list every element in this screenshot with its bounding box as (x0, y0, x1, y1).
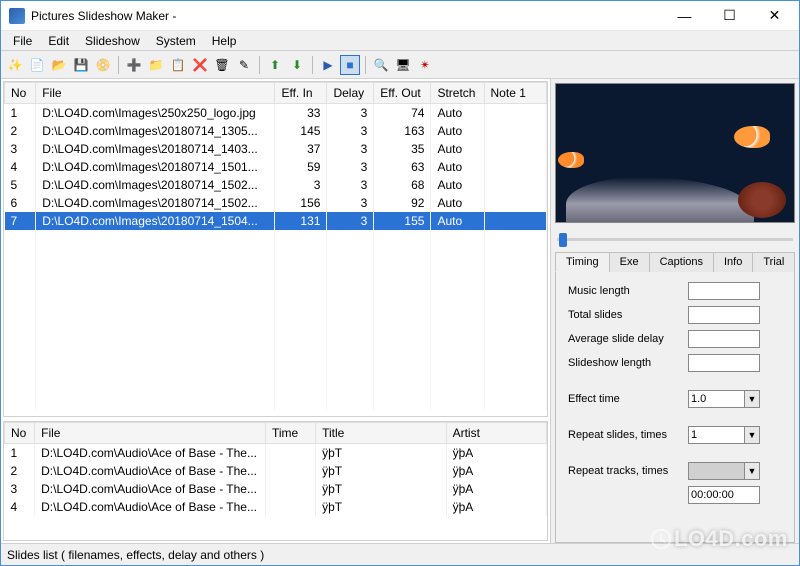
effect-time-label: Effect time (568, 393, 688, 405)
menu-help[interactable]: Help (204, 32, 245, 50)
tab-trial[interactable]: Trial (752, 252, 795, 272)
play-icon[interactable]: ▶ (318, 55, 338, 75)
repeat-tracks-label: Repeat tracks, times (568, 465, 688, 477)
total-slides-field[interactable] (688, 306, 760, 324)
slideshow-length-field[interactable] (688, 354, 760, 372)
slides-hscroll[interactable]: ◀ ▶ (4, 416, 547, 417)
maximize-button[interactable]: ☐ (707, 2, 752, 30)
slides-col-delay[interactable]: Delay (327, 83, 374, 104)
table-row[interactable]: 4D:\LO4D.com\Audio\Ace of Base - The...ÿ… (5, 498, 547, 516)
preview-pane[interactable] (555, 83, 795, 223)
slides-col-file[interactable]: File (36, 83, 275, 104)
tab-captions[interactable]: Captions (649, 252, 714, 272)
slides-col-note-1[interactable]: Note 1 (484, 83, 546, 104)
close-button[interactable]: ✕ (752, 2, 797, 30)
avg-delay-field[interactable] (688, 330, 760, 348)
table-row[interactable]: 3D:\LO4D.com\Images\20180714_1403...3733… (5, 140, 547, 158)
minimize-button[interactable]: — (662, 2, 707, 30)
move-up-icon[interactable]: ⬆ (265, 55, 285, 75)
audio-vscroll[interactable]: ▲ ▼ (547, 422, 548, 540)
slides-col-stretch[interactable]: Stretch (431, 83, 484, 104)
titlebar: Pictures Slideshow Maker - — ☐ ✕ (1, 1, 799, 31)
timing-tab-content: Music length Total slides Average slide … (555, 272, 795, 543)
table-row[interactable]: 3D:\LO4D.com\Audio\Ace of Base - The...ÿ… (5, 480, 547, 498)
slides-col-eff-out[interactable]: Eff. Out (374, 83, 431, 104)
menubar: FileEditSlideshowSystemHelp (1, 31, 799, 51)
clear-icon[interactable]: 🗑 (212, 55, 232, 75)
audio-col-title[interactable]: Title (316, 423, 446, 444)
tab-exe[interactable]: Exe (609, 252, 650, 272)
app-window: Pictures Slideshow Maker - — ☐ ✕ FileEdi… (0, 0, 800, 566)
time-readout-field[interactable] (688, 486, 760, 504)
window-controls: — ☐ ✕ (662, 2, 797, 30)
repeat-tracks-combo[interactable]: ▼ (688, 462, 760, 480)
chevron-down-icon[interactable]: ▼ (744, 426, 760, 444)
slides-col-no[interactable]: No (5, 83, 36, 104)
slides-grid[interactable]: NoFileEff. InDelayEff. OutStretchNote 1 … (3, 81, 548, 417)
save-icon[interactable]: 💾 (71, 55, 91, 75)
menu-slideshow[interactable]: Slideshow (77, 32, 148, 50)
status-text: Slides list ( filenames, effects, delay … (7, 548, 264, 562)
slides-table[interactable]: NoFileEff. InDelayEff. OutStretchNote 1 … (4, 82, 547, 410)
statusbar: Slides list ( filenames, effects, delay … (1, 543, 799, 565)
menu-system[interactable]: System (148, 32, 204, 50)
slider-thumb[interactable] (559, 233, 567, 247)
repeat-slides-combo[interactable]: ▼ (688, 426, 760, 444)
chevron-down-icon[interactable]: ▼ (744, 390, 760, 408)
open-icon[interactable]: 📂 (49, 55, 69, 75)
preview-icon[interactable]: 🔍 (371, 55, 391, 75)
tab-timing[interactable]: Timing (555, 252, 610, 272)
fullscreen-icon[interactable]: 🖥 (393, 55, 413, 75)
table-row[interactable]: 1D:\LO4D.com\Audio\Ace of Base - The...ÿ… (5, 444, 547, 463)
add-file-icon[interactable]: ➕ (124, 55, 144, 75)
right-pane: TimingExeCaptionsInfoTrial Music length … (551, 79, 799, 543)
edit-icon[interactable]: ✎ (234, 55, 254, 75)
table-row[interactable]: 7D:\LO4D.com\Images\20180714_1504...1313… (5, 212, 547, 230)
total-slides-label: Total slides (568, 309, 688, 321)
tab-info[interactable]: Info (713, 252, 753, 272)
table-row[interactable]: 1D:\LO4D.com\Images\250x250_logo.jpg3337… (5, 104, 547, 123)
window-title: Pictures Slideshow Maker - (31, 9, 662, 23)
settings-icon[interactable]: ✴ (415, 55, 435, 75)
music-length-label: Music length (568, 285, 688, 297)
preview-image-content (566, 177, 754, 222)
music-length-field[interactable] (688, 282, 760, 300)
app-icon (9, 8, 25, 24)
repeat-slides-label: Repeat slides, times (568, 429, 688, 441)
audio-grid[interactable]: NoFileTimeTitleArtist 1D:\LO4D.com\Audio… (3, 421, 548, 541)
avg-delay-label: Average slide delay (568, 333, 688, 345)
table-row[interactable]: 6D:\LO4D.com\Images\20180714_1502...1563… (5, 194, 547, 212)
stop-icon[interactable]: ■ (340, 55, 360, 75)
audio-col-file[interactable]: File (35, 423, 266, 444)
chevron-down-icon[interactable]: ▼ (744, 462, 760, 480)
slides-col-eff-in[interactable]: Eff. In (275, 83, 327, 104)
body-area: NoFileEff. InDelayEff. OutStretchNote 1 … (1, 79, 799, 543)
table-row[interactable]: 4D:\LO4D.com\Images\20180714_1501...5936… (5, 158, 547, 176)
menu-edit[interactable]: Edit (40, 32, 77, 50)
audio-col-time[interactable]: Time (265, 423, 315, 444)
table-row[interactable]: 2D:\LO4D.com\Audio\Ace of Base - The...ÿ… (5, 462, 547, 480)
slides-vscroll[interactable]: ▲ ▼ (547, 82, 548, 416)
save-as-icon[interactable]: 📀 (93, 55, 113, 75)
move-down-icon[interactable]: ⬇ (287, 55, 307, 75)
table-row[interactable]: 2D:\LO4D.com\Images\20180714_1305...1453… (5, 122, 547, 140)
table-row[interactable]: 5D:\LO4D.com\Images\20180714_1502...3368… (5, 176, 547, 194)
audio-table[interactable]: NoFileTimeTitleArtist 1D:\LO4D.com\Audio… (4, 422, 547, 516)
toolbar: ✨📄📂💾📀 ➕📁📋❌🗑✎ ⬆⬇ ▶■ 🔍🖥✴ (1, 51, 799, 79)
new-icon[interactable]: 📄 (27, 55, 47, 75)
menu-file[interactable]: File (5, 32, 40, 50)
add-folder-icon[interactable]: 📁 (146, 55, 166, 75)
slideshow-length-label: Slideshow length (568, 357, 688, 369)
audio-col-no[interactable]: No (5, 423, 35, 444)
effect-time-combo[interactable]: ▼ (688, 390, 760, 408)
delete-icon[interactable]: ❌ (190, 55, 210, 75)
wizard-icon[interactable]: ✨ (5, 55, 25, 75)
preview-slider[interactable] (551, 227, 799, 251)
batch-icon[interactable]: 📋 (168, 55, 188, 75)
tabbar: TimingExeCaptionsInfoTrial (555, 251, 795, 272)
audio-col-artist[interactable]: Artist (446, 423, 546, 444)
left-pane: NoFileEff. InDelayEff. OutStretchNote 1 … (1, 79, 551, 543)
